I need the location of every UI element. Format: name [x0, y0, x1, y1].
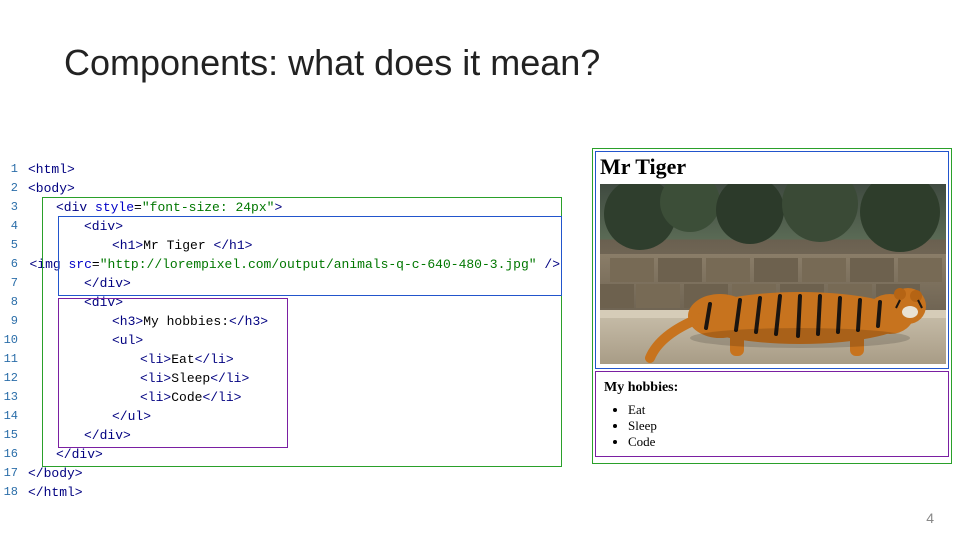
render-heading: Mr Tiger	[600, 154, 944, 180]
line-number: 8	[0, 293, 18, 312]
code-body: <html><body><div style="font-size: 24px"…	[28, 160, 560, 502]
hobbies-heading: My hobbies:	[604, 380, 940, 396]
line-number: 16	[0, 445, 18, 464]
line-number: 7	[0, 274, 18, 293]
code-line: <body>	[28, 179, 560, 198]
line-number: 14	[0, 407, 18, 426]
line-number: 13	[0, 388, 18, 407]
line-number: 12	[0, 369, 18, 388]
line-number: 11	[0, 350, 18, 369]
page-number: 4	[926, 510, 934, 526]
line-number: 6	[0, 255, 18, 274]
code-line: <ul>	[28, 331, 560, 350]
code-line: <html>	[28, 160, 560, 179]
hobby-list: EatSleepCode	[610, 402, 940, 450]
code-line: <div>	[28, 217, 560, 236]
tiger-photo	[600, 184, 946, 364]
code-line: </div>	[28, 426, 560, 445]
code-line: <div>	[28, 293, 560, 312]
code-panel: 123456789101112131415161718 <html><body>…	[0, 160, 560, 502]
line-number: 1	[0, 160, 18, 179]
line-number: 2	[0, 179, 18, 198]
code-line: <h1>Mr Tiger </h1>	[28, 236, 560, 255]
code-line: <li>Sleep</li>	[28, 369, 560, 388]
render-header-box: Mr Tiger	[595, 151, 949, 369]
line-number: 10	[0, 331, 18, 350]
render-hobbies-box: My hobbies: EatSleepCode	[595, 371, 949, 457]
slide-title: Components: what does it mean?	[64, 42, 600, 84]
line-number: 4	[0, 217, 18, 236]
line-number: 3	[0, 198, 18, 217]
code-line: <img src="http://lorempixel.com/output/a…	[28, 255, 560, 274]
code-line: <div style="font-size: 24px">	[28, 198, 560, 217]
hobby-item: Eat	[628, 402, 940, 418]
line-number-gutter: 123456789101112131415161718	[0, 160, 18, 502]
code-line: <h3>My hobbies:</h3>	[28, 312, 560, 331]
hobby-item: Code	[628, 434, 940, 450]
render-panel: Mr Tiger	[592, 148, 952, 464]
code-line: </html>	[28, 483, 560, 502]
line-number: 18	[0, 483, 18, 502]
code-line: </ul>	[28, 407, 560, 426]
code-line: </div>	[28, 445, 560, 464]
line-number: 5	[0, 236, 18, 255]
code-line: </body>	[28, 464, 560, 483]
line-number: 9	[0, 312, 18, 331]
code-line: <li>Code</li>	[28, 388, 560, 407]
line-number: 17	[0, 464, 18, 483]
code-line: <li>Eat</li>	[28, 350, 560, 369]
code-line: </div>	[28, 274, 560, 293]
line-number: 15	[0, 426, 18, 445]
hobby-item: Sleep	[628, 418, 940, 434]
render-outer-box: Mr Tiger	[592, 148, 952, 464]
